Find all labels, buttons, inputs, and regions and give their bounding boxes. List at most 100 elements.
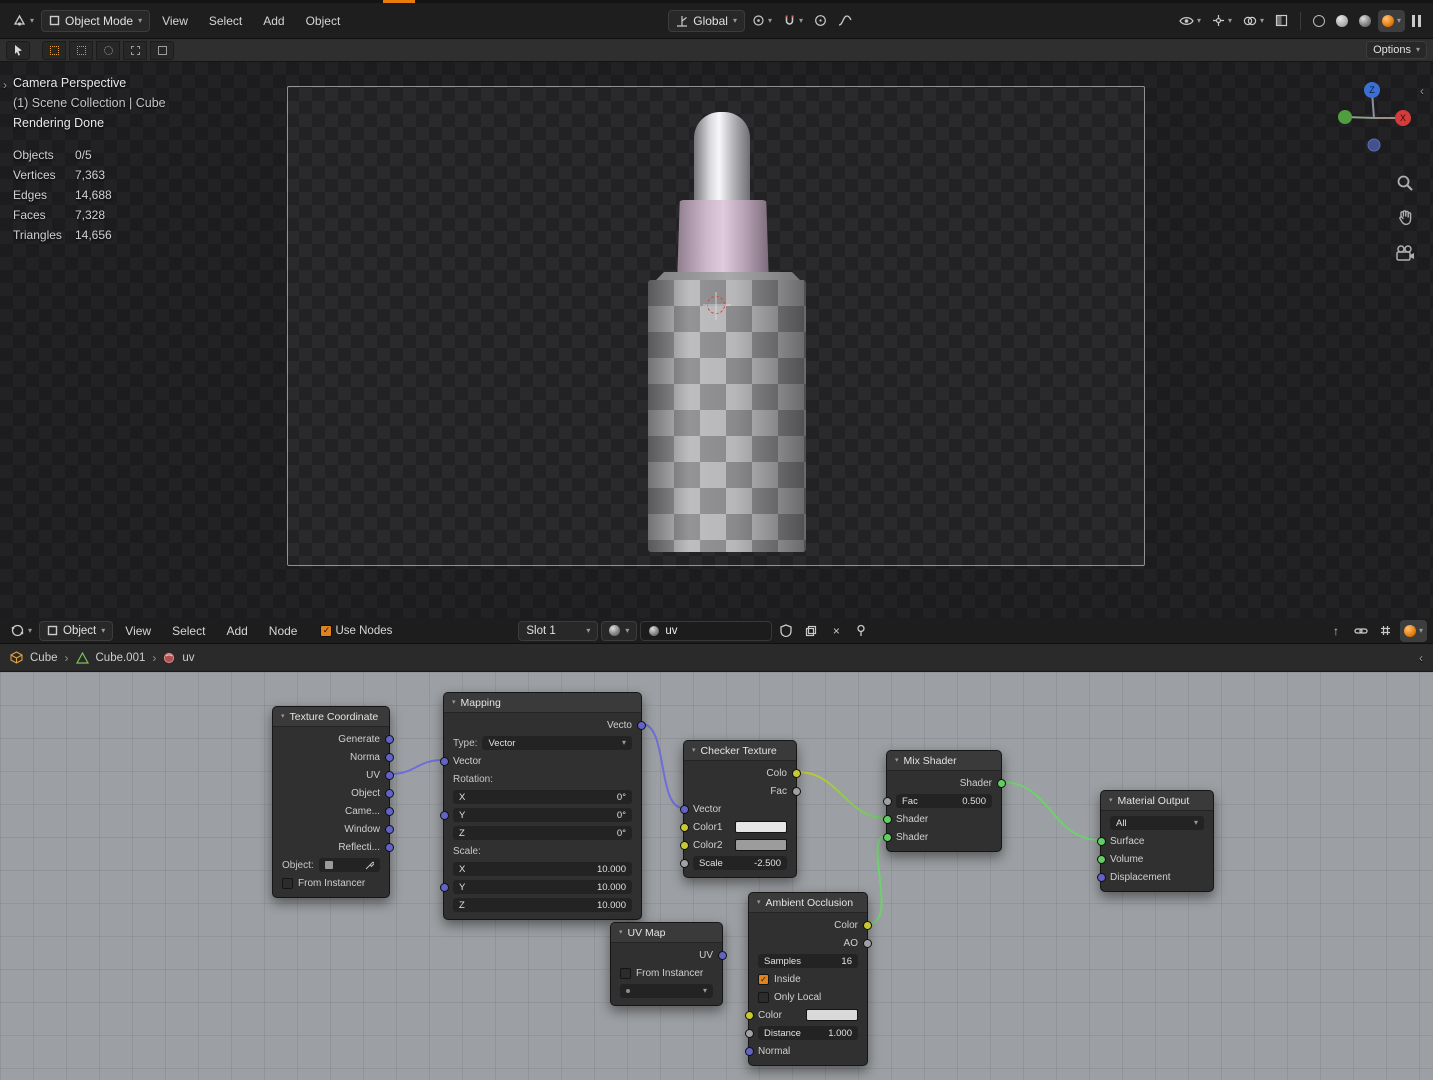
node-mapping[interactable]: ▾ Mapping Vecto Type: Vector ▾ Vector Rot…	[439, 692, 646, 920]
socket-fac-out[interactable]	[791, 786, 801, 796]
socket-shader2-in[interactable]	[882, 832, 892, 842]
zoom-extents-button[interactable]: ↑	[1325, 621, 1347, 641]
color1-swatch[interactable]	[735, 821, 787, 833]
node-checker-texture[interactable]: ▾ Checker Texture Colo Fac Vector Color1…	[679, 740, 801, 878]
shading-material-button[interactable]	[1355, 10, 1375, 32]
snap-node-button[interactable]	[1375, 621, 1397, 641]
chevron-down-icon[interactable]: ▾	[1109, 797, 1113, 804]
socket-uv-out[interactable]	[384, 770, 394, 780]
mode-dropdown[interactable]: Object Mode ▾	[41, 9, 151, 32]
node-header[interactable]: ▾ Texture Coordinate	[273, 707, 389, 727]
pin-button[interactable]	[850, 621, 872, 641]
active-tool-button[interactable]	[6, 40, 30, 60]
move-view-button[interactable]	[1392, 204, 1418, 230]
scale-y-field[interactable]: Y 10.000	[453, 880, 632, 894]
socket-rotation-in[interactable]	[439, 810, 449, 820]
socket-uv-out[interactable]	[717, 950, 727, 960]
object-selector-field[interactable]	[318, 858, 380, 872]
link-mapping-vector-to-checker-vector[interactable]	[641, 723, 684, 809]
chevron-down-icon[interactable]: ▾	[895, 757, 899, 764]
link-mixshader-to-output-surface[interactable]	[1001, 781, 1101, 841]
rotation-z-field[interactable]: Z 0°	[453, 826, 632, 840]
socket-color1-in[interactable]	[679, 822, 689, 832]
proportional-falloff-button[interactable]	[834, 10, 856, 32]
socket-shader1-in[interactable]	[882, 814, 892, 824]
socket-fac-in[interactable]	[882, 796, 892, 806]
menu-add[interactable]: Add	[254, 3, 293, 39]
node-mix-shader[interactable]: ▾ Mix Shader Shader Fac 0.500 Shader Shad…	[882, 750, 1006, 852]
socket-displacement-in[interactable]	[1096, 872, 1106, 882]
zoom-view-button[interactable]	[1392, 170, 1418, 196]
chevron-down-icon[interactable]: ▾	[619, 929, 623, 936]
scale-x-field[interactable]: X 10.000	[453, 862, 632, 876]
gizmo-negative-z-axis[interactable]	[1367, 138, 1381, 152]
socket-reflection-out[interactable]	[384, 842, 394, 852]
toolbar-expand-icon[interactable]: ›	[3, 78, 7, 92]
rotation-y-field[interactable]: Y 0°	[453, 808, 632, 822]
ao-color-swatch[interactable]	[806, 1009, 858, 1021]
socket-window-out[interactable]	[384, 824, 394, 834]
socket-vector-in[interactable]	[679, 804, 689, 814]
socket-vector-in[interactable]	[439, 756, 449, 766]
breadcrumb-object[interactable]: Cube	[30, 652, 58, 664]
transform-orientation-dropdown[interactable]: Global ▾	[668, 9, 745, 32]
socket-normal-out[interactable]	[384, 752, 394, 762]
editor-type-shader-button[interactable]: ▾	[6, 620, 36, 642]
sidebar-expand-icon[interactable]: ‹	[1419, 651, 1423, 665]
link-texcoord-uv-to-mapping-vector[interactable]	[389, 759, 444, 775]
node-header[interactable]: ▾ Checker Texture	[684, 741, 796, 761]
options-dropdown[interactable]: Options ▾	[1366, 41, 1427, 59]
shading-wireframe-button[interactable]	[1309, 10, 1329, 32]
menu-view[interactable]: View	[116, 618, 160, 644]
proportional-editing-button[interactable]	[810, 10, 831, 32]
only-local-checkbox[interactable]	[758, 991, 769, 1003]
samples-field[interactable]: Samples 16	[758, 954, 858, 968]
socket-color2-in[interactable]	[679, 840, 689, 850]
shading-solid-button[interactable]	[1332, 10, 1352, 32]
navigation-gizmo[interactable]: Z X	[1336, 80, 1412, 156]
socket-vector-out[interactable]	[636, 720, 646, 730]
pause-render-button[interactable]	[1408, 10, 1425, 32]
snap-target-button[interactable]: ▾	[748, 10, 776, 32]
shading-rendered-button[interactable]: ▾	[1378, 9, 1406, 32]
shading-preview-dropdown[interactable]: ▾	[1399, 619, 1427, 642]
material-name-field[interactable]: uv	[640, 620, 773, 641]
socket-color-out[interactable]	[862, 920, 872, 930]
select-mode-extra-button[interactable]	[150, 40, 174, 60]
menu-select[interactable]: Select	[163, 618, 214, 644]
menu-select[interactable]: Select	[200, 3, 251, 39]
node-header[interactable]: ▾ Mapping	[444, 693, 641, 713]
editor-type-3d-viewport-button[interactable]: ▾	[8, 10, 38, 32]
node-header[interactable]: ▾ Mix Shader	[887, 751, 1001, 771]
browse-material-dropdown[interactable]: ▾	[601, 620, 638, 641]
color2-swatch[interactable]	[735, 839, 787, 851]
node-header[interactable]: ▾ UV Map	[611, 923, 722, 943]
uv-map-dropdown[interactable]: ▾	[620, 984, 713, 998]
distance-field[interactable]: Distance 1.000	[758, 1026, 858, 1040]
inside-checkbox[interactable]: ✓	[758, 973, 769, 985]
camera-view-button[interactable]	[1392, 240, 1418, 266]
chevron-down-icon[interactable]: ▾	[452, 699, 456, 706]
menu-add[interactable]: Add	[217, 618, 256, 644]
breadcrumb-material[interactable]: uv	[182, 652, 194, 664]
3d-viewport[interactable]: Camera Perspective (1) Scene Collection …	[0, 62, 1433, 618]
type-dropdown[interactable]: Vector ▾	[482, 736, 632, 750]
rotation-x-field[interactable]: X 0°	[453, 790, 632, 804]
fac-field[interactable]: Fac 0.500	[896, 794, 992, 808]
socket-volume-in[interactable]	[1096, 854, 1106, 864]
shader-node-canvas[interactable]: ▾ Texture Coordinate Generate Norma UV O…	[0, 672, 1433, 1080]
target-dropdown[interactable]: All ▾	[1110, 816, 1204, 830]
node-texture-coordinate[interactable]: ▾ Texture Coordinate Generate Norma UV O…	[272, 706, 394, 898]
gizmo-y-axis[interactable]	[1338, 110, 1352, 124]
node-ambient-occlusion[interactable]: ▾ Ambient Occlusion Color AO Samples 16 ✓…	[744, 892, 872, 1066]
socket-surface-in[interactable]	[1096, 836, 1106, 846]
snapping-magnet-button[interactable]: ▾	[779, 10, 807, 32]
menu-node[interactable]: Node	[260, 618, 307, 644]
fake-user-button[interactable]	[775, 621, 797, 641]
xray-toggle-button[interactable]	[1271, 10, 1292, 32]
chevron-down-icon[interactable]: ▾	[692, 747, 696, 754]
from-instancer-checkbox[interactable]	[620, 967, 631, 979]
socket-camera-out[interactable]	[384, 806, 394, 816]
new-material-button[interactable]	[800, 621, 822, 641]
select-mode-lasso-button[interactable]	[123, 40, 147, 60]
